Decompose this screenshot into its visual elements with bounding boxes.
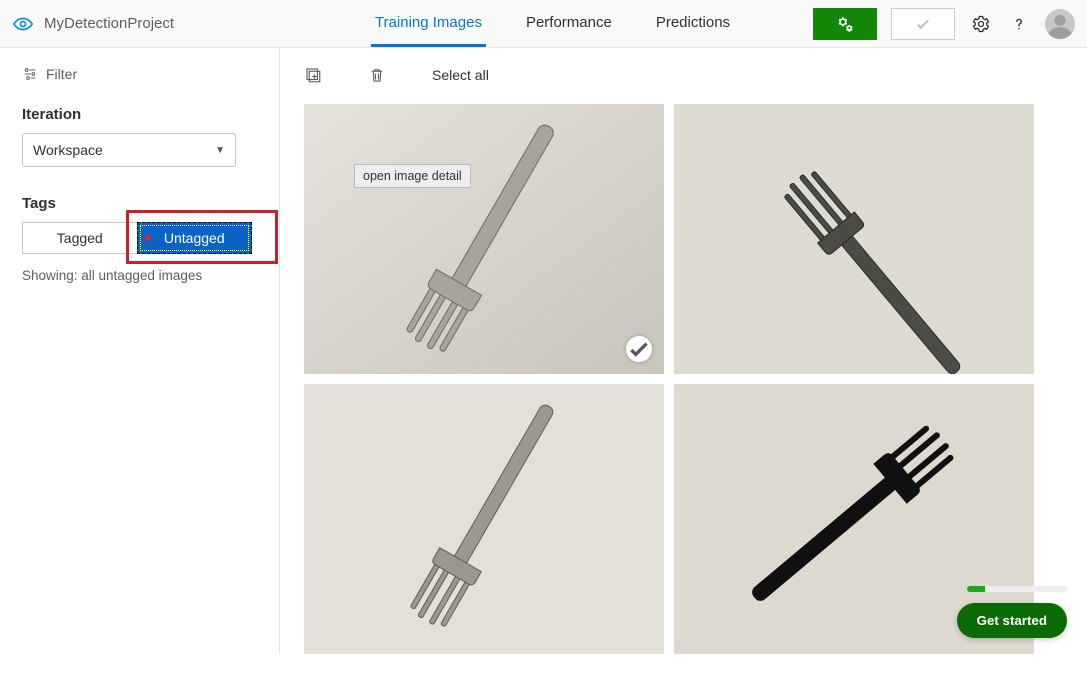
delete-icon[interactable] — [368, 66, 386, 84]
sidebar: Filter Iteration Workspace ▼ Tags Tagged… — [0, 48, 280, 654]
project-title: MyDetectionProject — [44, 15, 174, 32]
onboarding-progress-fill — [967, 586, 985, 592]
check-icon — [914, 15, 932, 33]
tab-training-images[interactable]: Training Images — [371, 0, 486, 47]
tag-untagged-label: Untagged — [164, 230, 225, 246]
image-grid: open image detail — [280, 94, 1087, 678]
get-started-button[interactable]: Get started — [957, 603, 1067, 638]
main-area: Select all — [280, 48, 1087, 654]
iteration-value: Workspace — [33, 142, 103, 158]
filter-label: Filter — [46, 66, 77, 82]
header-left: MyDetectionProject — [12, 13, 292, 35]
user-avatar[interactable] — [1045, 9, 1075, 39]
app-body: Filter Iteration Workspace ▼ Tags Tagged… — [0, 48, 1087, 654]
main-toolbar: Select all — [280, 48, 1087, 94]
tags-title: Tags — [22, 195, 257, 212]
gears-icon — [835, 14, 855, 34]
red-dot-icon — [145, 236, 150, 241]
quick-test-button[interactable] — [891, 8, 955, 40]
tag-toggle: Tagged Untagged — [22, 222, 252, 254]
showing-text: Showing: all untagged images — [22, 268, 257, 283]
select-image-icon[interactable] — [626, 336, 652, 362]
tab-performance[interactable]: Performance — [522, 0, 616, 47]
image-tile[interactable] — [304, 384, 664, 654]
filter-icon — [22, 66, 38, 82]
app-header: MyDetectionProject Training Images Perfo… — [0, 0, 1087, 48]
settings-icon[interactable] — [969, 12, 993, 36]
header-tabs: Training Images Performance Predictions — [292, 0, 813, 47]
tag-filter-tagged[interactable]: Tagged — [22, 222, 138, 254]
tab-predictions[interactable]: Predictions — [652, 0, 734, 47]
vision-logo-icon — [12, 13, 34, 35]
image-tile[interactable]: open image detail — [304, 104, 664, 374]
select-all-button[interactable]: Select all — [432, 67, 489, 83]
train-button[interactable] — [813, 8, 877, 40]
filter-toggle[interactable]: Filter — [22, 66, 257, 82]
iteration-title: Iteration — [22, 106, 257, 123]
onboarding-progress — [967, 586, 1067, 592]
chevron-down-icon: ▼ — [215, 145, 225, 156]
header-right — [813, 8, 1075, 40]
tag-filter-untagged[interactable]: Untagged — [137, 222, 253, 254]
add-images-icon[interactable] — [304, 66, 322, 84]
help-icon[interactable] — [1007, 12, 1031, 36]
iteration-select[interactable]: Workspace ▼ — [22, 133, 236, 167]
image-tile[interactable] — [674, 104, 1034, 374]
